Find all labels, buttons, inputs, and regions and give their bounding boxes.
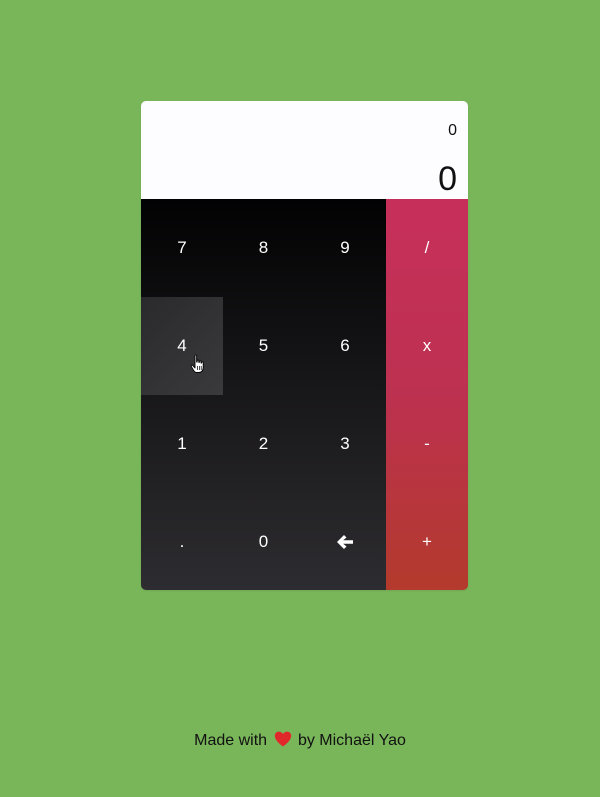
add-button[interactable]: + (386, 493, 468, 590)
display-history: 0 (448, 122, 457, 139)
divide-button[interactable]: / (386, 199, 468, 297)
key-6[interactable]: 6 (304, 297, 386, 395)
key-4[interactable]: 4 (141, 297, 223, 395)
key-decimal[interactable]: . (141, 493, 223, 590)
key-0[interactable]: 0 (223, 493, 304, 590)
key-8[interactable]: 8 (223, 199, 304, 297)
operator-column: / x - + (386, 199, 468, 590)
key-7[interactable]: 7 (141, 199, 223, 297)
backspace-button[interactable] (304, 493, 386, 590)
key-3[interactable]: 3 (304, 395, 386, 493)
multiply-button[interactable]: x (386, 297, 468, 395)
key-9[interactable]: 9 (304, 199, 386, 297)
number-keypad: 7 8 9 4 5 6 1 2 3 . 0 (141, 199, 386, 590)
subtract-button[interactable]: - (386, 395, 468, 493)
key-2[interactable]: 2 (223, 395, 304, 493)
footer-prefix: Made with (194, 732, 268, 749)
display-panel: 0 0 (141, 101, 468, 199)
footer-credit: Made with by Michaël Yao (0, 730, 600, 752)
heart-icon (274, 731, 291, 747)
arrow-left-icon (337, 534, 353, 549)
calculator: 0 0 7 8 9 4 5 6 1 2 3 . 0 / x - + (141, 101, 468, 590)
display-result: 0 (438, 160, 457, 198)
key-5[interactable]: 5 (223, 297, 304, 395)
key-1[interactable]: 1 (141, 395, 223, 493)
footer-suffix: by Michaël Yao (297, 732, 406, 749)
